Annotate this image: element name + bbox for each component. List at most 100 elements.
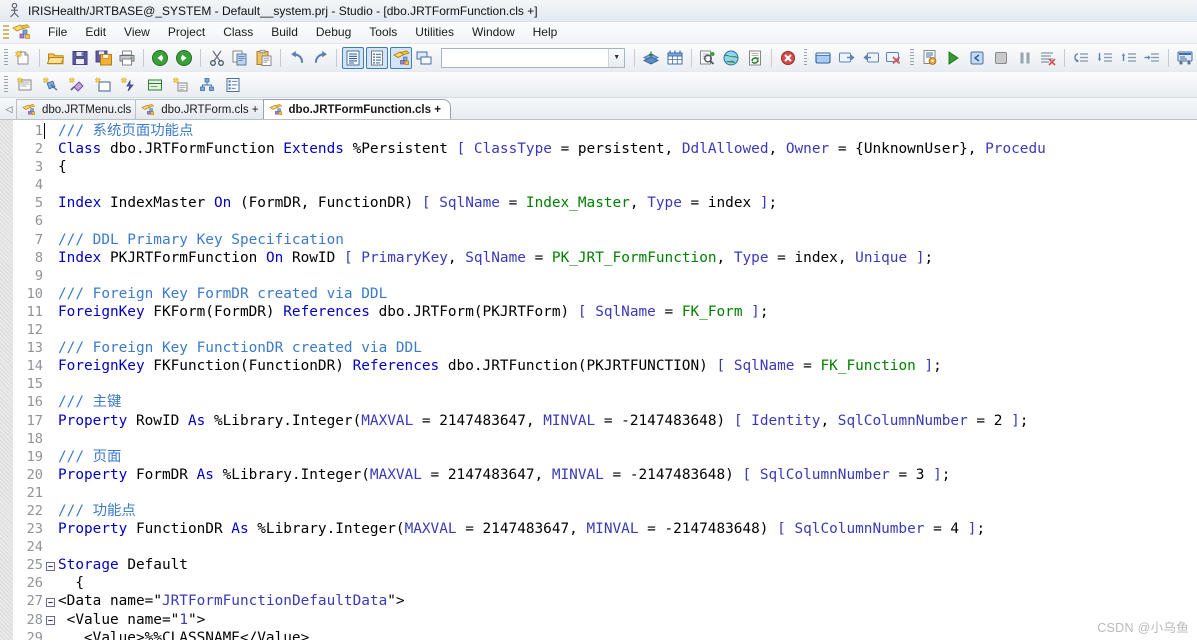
navigate-back-button[interactable] <box>149 47 171 69</box>
code-line[interactable]: 9 <box>14 267 1197 285</box>
code-line[interactable]: 18 <box>14 430 1197 448</box>
menu-file[interactable]: File <box>39 22 76 43</box>
print-button[interactable] <box>117 47 139 69</box>
code-line[interactable]: 22 /// 功能点 <box>14 502 1197 520</box>
menu-window[interactable]: Window <box>463 22 524 43</box>
fold-collapse-icon[interactable] <box>44 613 56 631</box>
code-line[interactable]: 23 Property FunctionDR As %Library.Intege… <box>14 520 1197 538</box>
code-line[interactable]: 4 <box>14 176 1197 194</box>
redo-button[interactable] <box>310 47 332 69</box>
step-into-lines-button[interactable] <box>1094 47 1116 69</box>
web-page-button[interactable] <box>720 47 742 69</box>
find-in-files-button[interactable] <box>697 47 719 69</box>
save-all-button[interactable] <box>93 47 115 69</box>
new-query-button[interactable] <box>143 74 167 96</box>
open-project-button[interactable] <box>45 47 67 69</box>
code-line[interactable]: 1 /// 系统页面功能点 <box>14 122 1197 140</box>
view-source-button[interactable] <box>342 46 365 69</box>
cut-button[interactable] <box>206 47 228 69</box>
new-index-button[interactable] <box>117 74 141 96</box>
fold-collapse-icon[interactable] <box>44 558 56 576</box>
menu-view[interactable]: View <box>115 22 159 43</box>
code-line[interactable]: 25 Storage Default <box>14 556 1197 574</box>
code-line[interactable]: 28 <Value name="1"> <box>14 611 1197 629</box>
copy-button[interactable] <box>229 47 251 69</box>
new-xdata-button[interactable] <box>169 74 193 96</box>
code-line[interactable]: 13 /// Foreign Key FunctionDR created via… <box>14 339 1197 357</box>
view-split-button[interactable] <box>414 47 436 69</box>
menu-help[interactable]: Help <box>524 22 567 43</box>
code-line[interactable]: 17 Property RowID As %Library.Integer(MAX… <box>14 412 1197 430</box>
code-line[interactable]: 11 ForeignKey FKForm(FormDR) References d… <box>14 303 1197 321</box>
chevron-left-icon[interactable]: ◁ <box>2 99 16 119</box>
code-line[interactable]: 21 <box>14 484 1197 502</box>
step-into-button[interactable] <box>966 47 988 69</box>
code-line[interactable]: 2 Class dbo.JRTFormFunction Extends %Pers… <box>14 140 1197 158</box>
new-property-button[interactable] <box>39 74 63 96</box>
menu-class[interactable]: Class <box>214 22 262 43</box>
dock-right-button[interactable] <box>836 47 858 69</box>
undo-button[interactable] <box>286 47 308 69</box>
compile-package-button[interactable] <box>640 47 662 69</box>
code-line[interactable]: 6 <box>14 212 1197 230</box>
grid-view-button[interactable] <box>664 47 686 69</box>
tab-dbo-jrtmenu[interactable]: dbo.JRTMenu.cls <box>16 99 142 119</box>
new-method-button[interactable] <box>65 74 89 96</box>
web-terminal-button[interactable] <box>1174 47 1196 69</box>
save-button[interactable] <box>69 47 91 69</box>
code-line[interactable]: 5 Index IndexMaster On (FormDR, FunctionD… <box>14 194 1197 212</box>
output-window-button[interactable] <box>812 47 834 69</box>
refresh-document-button[interactable] <box>744 47 766 69</box>
class-toolbar-drag-grip[interactable] <box>4 75 8 94</box>
code-line[interactable]: 16 /// 主键 <box>14 393 1197 411</box>
dock-left-button[interactable] <box>860 47 882 69</box>
code-line[interactable]: 7 /// DDL Primary Key Specification <box>14 231 1197 249</box>
new-class-button[interactable] <box>13 74 37 96</box>
chevron-down-icon[interactable]: ▼ <box>608 48 625 67</box>
tab-dbo-jrtform[interactable]: dbo.JRTForm.cls + <box>135 99 269 119</box>
toolbar-combo[interactable]: ▼ <box>441 47 626 68</box>
code-line[interactable]: 8 Index PKJRTFormFunction On RowID [ Prim… <box>14 249 1197 267</box>
toolbar-drag-grip-1[interactable] <box>4 48 8 67</box>
menu-debug[interactable]: Debug <box>307 22 360 43</box>
pause-debug-button[interactable] <box>1014 47 1036 69</box>
editor-margin-strip[interactable] <box>0 120 14 640</box>
code-line[interactable]: 27 <Data name="JRTFormFunctionDefaultData… <box>14 592 1197 610</box>
code-line[interactable]: 20 Property FormDR As %Library.Integer(MA… <box>14 466 1197 484</box>
run-button[interactable] <box>943 47 965 69</box>
new-projection-button[interactable] <box>195 74 219 96</box>
window-close-button[interactable] <box>883 47 905 69</box>
tab-dbo-jrtformfunction[interactable]: dbo.JRTFormFunction.cls + <box>262 99 451 119</box>
code-line[interactable]: 10 /// Foreign Key FormDR created via DDL <box>14 285 1197 303</box>
menu-tools[interactable]: Tools <box>360 22 406 43</box>
clear-breakpoints-button[interactable] <box>1038 47 1060 69</box>
code-editor[interactable]: 1 /// 系统页面功能点 2 Class dbo.JRTFormFunction E… <box>0 120 1197 640</box>
stop-button[interactable] <box>777 47 799 69</box>
compile-button[interactable] <box>919 47 941 69</box>
code-line[interactable]: 29 <Value>%%CLASSNAME</Value> <box>14 629 1197 640</box>
code-line[interactable]: 3{ <box>14 158 1197 176</box>
navigate-forward-button[interactable] <box>173 47 195 69</box>
code-line[interactable]: 24 <box>14 538 1197 556</box>
clipboard-paste-button[interactable] <box>253 47 275 69</box>
menu-edit[interactable]: Edit <box>76 22 115 43</box>
view-inspector-button[interactable] <box>366 46 388 69</box>
run-to-cursor-button[interactable] <box>1142 47 1164 69</box>
fold-collapse-icon[interactable] <box>44 594 56 612</box>
step-over-button[interactable] <box>1070 47 1092 69</box>
code-line[interactable]: 19 /// 页面 <box>14 448 1197 466</box>
menu-utilities[interactable]: Utilities <box>406 22 463 43</box>
code-lines-container[interactable]: 1 /// 系统页面功能点 2 Class dbo.JRTFormFunction E… <box>14 120 1197 640</box>
menu-project[interactable]: Project <box>159 22 214 43</box>
code-line[interactable]: 15 <box>14 375 1197 393</box>
view-class-button[interactable] <box>389 46 412 69</box>
code-line[interactable]: 12 <box>14 321 1197 339</box>
toolbar-drag-grip-3[interactable] <box>910 48 914 67</box>
toolbar-drag-grip-2[interactable] <box>803 48 808 67</box>
stop-debug-button[interactable] <box>990 47 1012 69</box>
new-parameter-button[interactable] <box>91 74 115 96</box>
class-members-button[interactable] <box>221 74 245 96</box>
menu-drag-grip[interactable] <box>3 24 9 41</box>
code-line[interactable]: 26 { <box>14 574 1197 592</box>
new-file-button[interactable] <box>13 47 35 69</box>
